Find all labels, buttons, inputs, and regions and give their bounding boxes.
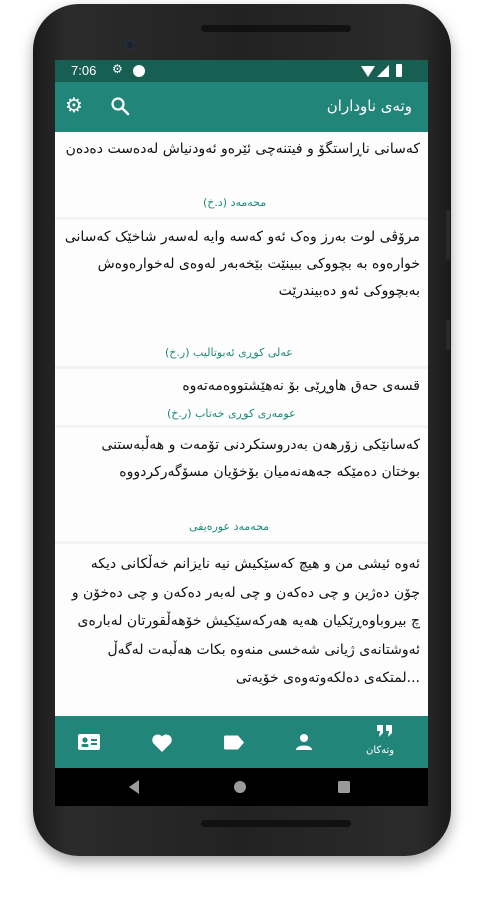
quote-card[interactable]: قسەی حەق هاوڕێی بۆ نەهێشتووەمەتەوە عومەر… (55, 369, 428, 425)
system-navigation-bar (55, 768, 428, 806)
nav-profile[interactable] (290, 716, 320, 768)
nav-contacts[interactable] (75, 716, 105, 768)
home-icon[interactable] (233, 780, 247, 794)
signal-icon (377, 65, 389, 77)
wifi-icon (361, 66, 375, 77)
quote-text: مرۆڤی لوت بەرز وەک ئەو کەسە وایە لەسەر ش… (64, 229, 420, 299)
status-bar: 7:06 ⚙ (55, 60, 428, 82)
top-speaker (201, 25, 351, 32)
tag-icon (224, 735, 244, 750)
quote-icon (377, 725, 392, 737)
nav-quotes[interactable]: وتەکان (355, 716, 415, 768)
nav-favorites[interactable] (148, 716, 178, 768)
app-bar: ⚙ وتەی ناوداران (55, 82, 428, 132)
contacts-icon (78, 734, 100, 750)
bottom-speaker (201, 820, 351, 827)
quote-card[interactable]: ئەوە ئیشی من و هیچ کەسێکیش نیە نایزانم خ… (55, 544, 428, 716)
bottom-navigation: وتەکان (55, 716, 428, 768)
heart-icon (152, 734, 172, 752)
quote-text: کەسانێکی زۆرهەن بەدروستکردنی تۆمەت و هەڵ… (101, 437, 420, 480)
volume-button (446, 210, 450, 260)
battery-icon (396, 64, 402, 77)
quote-card[interactable]: مرۆڤی لوت بەرز وەک ئەو کەسە وایە لەسەر ش… (55, 220, 428, 366)
quote-text: قسەی حەق هاوڕێی بۆ نەهێشتووەمەتەوە (182, 378, 420, 394)
gear-icon: ⚙ (112, 62, 123, 76)
recents-icon[interactable] (337, 780, 351, 794)
nav-quotes-label: وتەکان (366, 745, 395, 756)
status-time: 7:06 (71, 63, 97, 78)
quote-text: ئەوە ئیشی من و هیچ کەسێکیش نیە نایزانم خ… (71, 556, 420, 686)
quote-author: عومەری کوڕی خەتاب (ر.خ) (167, 407, 296, 420)
quote-card[interactable]: کەسانی ناڕاستگۆ و فیتنەچی ئێرەو ئەودنیاش… (55, 132, 428, 217)
back-icon[interactable] (127, 779, 141, 795)
settings-gear-icon[interactable]: ⚙ (65, 95, 83, 115)
quote-author: محەمەد عورەیفی (189, 520, 270, 533)
quote-author: عەلی کوڕی ئەبوتالیب (ر.خ) (165, 346, 293, 359)
person-icon (296, 734, 312, 750)
power-button (446, 320, 450, 350)
search-icon[interactable] (110, 96, 130, 120)
page-title: وتەی ناوداران (326, 97, 412, 115)
quote-author: محەمەد (د.خ) (203, 196, 267, 209)
notification-dot-icon (133, 65, 145, 77)
quote-text: کەسانی ناڕاستگۆ و فیتنەچی ئێرەو ئەودنیاش… (65, 141, 420, 157)
front-camera (125, 40, 135, 50)
quotes-list[interactable]: کەسانی ناڕاستگۆ و فیتنەچی ئێرەو ئەودنیاش… (55, 132, 428, 716)
quote-card[interactable]: کەسانێکی زۆرهەن بەدروستکردنی تۆمەت و هەڵ… (55, 428, 428, 541)
nav-tags[interactable] (220, 716, 250, 768)
device-screen: 7:06 ⚙ ⚙ وتەی ناوداران کەسانی ناڕاستگۆ و… (55, 60, 428, 806)
